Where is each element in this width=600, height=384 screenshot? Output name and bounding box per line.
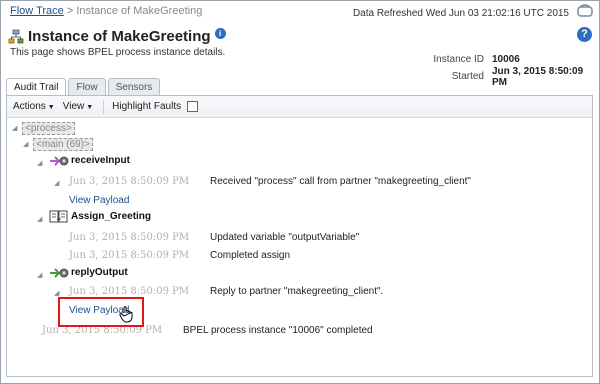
- receive-activity-icon: [50, 156, 69, 166]
- collapse-triangle-icon[interactable]: ◢: [54, 289, 59, 297]
- event-timestamp: Jun 3, 2015 8:50:09 PM: [69, 286, 190, 297]
- chevron-down-icon: ▼: [47, 104, 55, 111]
- event-message: Completed assign: [210, 250, 291, 261]
- event-message: Updated variable "outputVariable": [210, 232, 360, 243]
- tree-node-receive-input[interactable]: receiveInput: [71, 155, 130, 166]
- tree-node-assign-greeting[interactable]: Assign_Greeting: [71, 211, 151, 222]
- breadcrumb: Flow Trace > Instance of MakeGreeting: [10, 5, 202, 17]
- event-timestamp: Jun 3, 2015 8:50:09 PM: [69, 250, 190, 261]
- tab-sensors[interactable]: Sensors: [107, 78, 161, 95]
- view-menu-label: View: [62, 101, 85, 112]
- event-timestamp: Jun 3, 2015 8:50:09 PM: [69, 232, 190, 243]
- collapse-triangle-icon[interactable]: ◢: [37, 159, 42, 167]
- collapse-triangle-icon[interactable]: ◢: [37, 215, 42, 223]
- collapse-triangle-icon[interactable]: ◢: [54, 179, 59, 187]
- page-title: Instance of MakeGreeting: [28, 28, 211, 45]
- app-window: Flow Trace > Instance of MakeGreeting Da…: [0, 0, 600, 384]
- collapse-triangle-icon[interactable]: ◢: [12, 124, 17, 132]
- reply-activity-icon: [50, 268, 69, 278]
- event-message: BPEL process instance "10006" completed: [183, 325, 373, 336]
- tab-audit-trail[interactable]: Audit Trail: [6, 78, 67, 96]
- started-label: Started: [451, 71, 484, 82]
- refresh-icon[interactable]: [577, 4, 593, 18]
- view-payload-link[interactable]: View Payload: [69, 195, 129, 206]
- breadcrumb-separator: >: [66, 5, 74, 17]
- instance-id-value: 10006: [492, 54, 520, 65]
- tab-bar: Audit Trail Flow Sensors: [6, 78, 162, 96]
- help-icon[interactable]: ?: [577, 27, 592, 42]
- toolbar: Actions ▼ View ▼ Highlight Faults: [7, 96, 592, 118]
- tree-node-reply-output[interactable]: replyOutput: [71, 267, 128, 278]
- event-message: Reply to partner "makegreeting_client".: [210, 286, 384, 297]
- page-title-row: Instance of MakeGreeting i: [8, 28, 226, 45]
- process-instance-icon: [8, 29, 24, 43]
- audit-tree: ◢ <process> ◢ <main (69)> ◢ receiveInput…: [7, 118, 592, 376]
- breadcrumb-flow-trace-link[interactable]: Flow Trace: [10, 5, 64, 17]
- actions-menu-label: Actions: [13, 101, 46, 112]
- highlight-faults-checkbox[interactable]: [187, 101, 199, 112]
- highlight-faults-label: Highlight Faults: [112, 101, 182, 112]
- toolbar-divider: [103, 99, 105, 114]
- event-message: Received "process" call from partner "ma…: [210, 176, 471, 187]
- page-description: This page shows BPEL process instance de…: [10, 47, 226, 58]
- instance-id-label: Instance ID: [433, 54, 484, 65]
- instance-meta: Instance ID 10006 Started Jun 3, 2015 8:…: [384, 51, 592, 88]
- hand-cursor-icon: [119, 306, 133, 323]
- assign-activity-icon: [49, 210, 68, 223]
- tree-node-main[interactable]: <main (69)>: [33, 138, 93, 151]
- collapse-triangle-icon[interactable]: ◢: [37, 271, 42, 279]
- audit-trail-panel: Actions ▼ View ▼ Highlight Faults ◢ <proce…: [6, 95, 593, 377]
- breadcrumb-current: Instance of MakeGreeting: [76, 5, 203, 17]
- view-menu[interactable]: View ▼: [63, 101, 93, 112]
- info-icon[interactable]: i: [214, 28, 226, 39]
- actions-menu[interactable]: Actions ▼: [13, 101, 55, 112]
- event-timestamp: Jun 3, 2015 8:50:09 PM: [69, 176, 190, 187]
- tab-flow[interactable]: Flow: [68, 78, 106, 95]
- tree-node-process[interactable]: <process>: [22, 122, 75, 135]
- collapse-triangle-icon[interactable]: ◢: [23, 140, 28, 148]
- data-refreshed-text: Data Refreshed Wed Jun 03 21:02:16 UTC 2…: [352, 8, 569, 19]
- chevron-down-icon: ▼: [86, 104, 94, 111]
- started-value: Jun 3, 2015 8:50:09 PM: [492, 65, 584, 88]
